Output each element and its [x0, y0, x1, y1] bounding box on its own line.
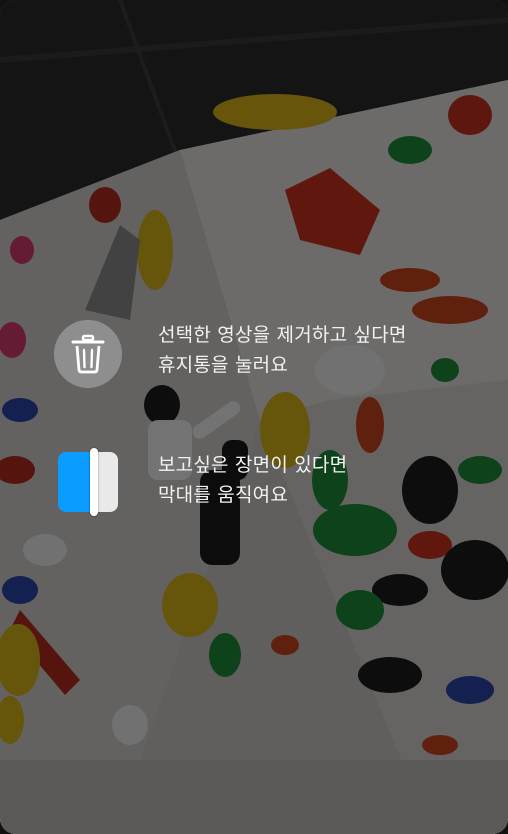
dim-overlay	[0, 0, 508, 834]
scrub-hint: 보고싶은 장면이 있다면 막대를 움직여요	[54, 448, 347, 516]
delete-hint-text: 선택한 영상을 제거하고 싶다면 휴지통을 눌러요	[158, 320, 407, 380]
scrub-hint-line-1: 보고싶은 장면이 있다면	[158, 454, 348, 476]
delete-hint-line-1: 선택한 영상을 제거하고 싶다면	[158, 324, 407, 346]
timeline-played-segment	[58, 452, 94, 512]
scrub-hint-text: 보고싶은 장면이 있다면 막대를 움직여요	[158, 450, 347, 510]
delete-hint-line-2: 휴지통을 눌러요	[158, 354, 288, 376]
trash-button[interactable]	[54, 320, 122, 388]
timeline-handle-icon[interactable]	[54, 448, 122, 516]
trash-icon	[71, 334, 105, 374]
scrub-hint-line-2: 막대를 움직여요	[158, 484, 288, 506]
onboarding-overlay-screen: 선택한 영상을 제거하고 싶다면 휴지통을 눌러요 보고싶은 장면이 있다면 막…	[0, 0, 508, 834]
delete-hint: 선택한 영상을 제거하고 싶다면 휴지통을 눌러요	[54, 320, 407, 388]
timeline-drag-handle[interactable]	[90, 448, 98, 516]
